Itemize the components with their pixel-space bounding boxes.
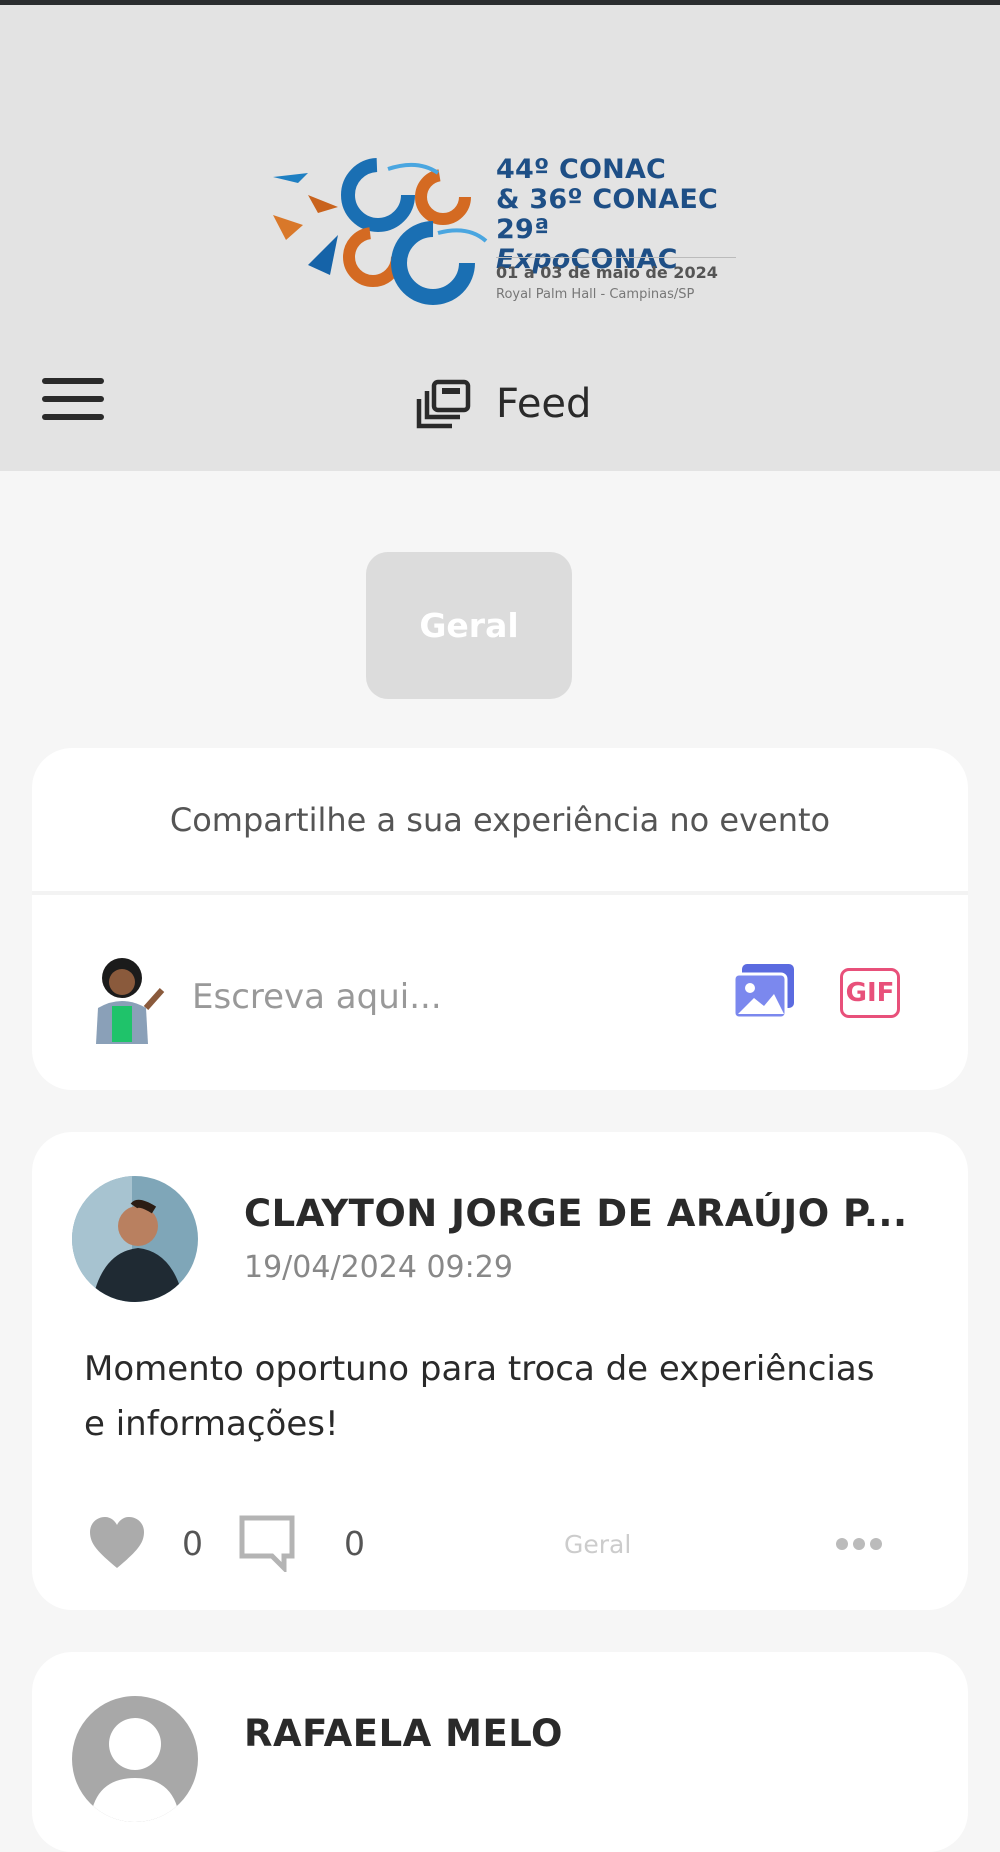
image-icon[interactable] xyxy=(732,962,798,1022)
post-card: RAFAELA MELO xyxy=(32,1652,968,1852)
user-avatar xyxy=(76,948,176,1048)
feed-gallery-icon xyxy=(416,379,471,429)
post-actions: 0 0 Geral xyxy=(88,1514,928,1575)
author-avatar-placeholder-icon[interactable] xyxy=(72,1696,198,1822)
gif-button[interactable]: GIF xyxy=(840,968,900,1018)
post-body: Momento oportuno para troca de experiênc… xyxy=(84,1349,875,1444)
heart-icon[interactable] xyxy=(88,1516,146,1570)
post-author[interactable]: CLAYTON JORGE DE ARAÚJO P... xyxy=(244,1192,944,1235)
logo-separator xyxy=(496,257,736,258)
tab-geral[interactable]: Geral xyxy=(366,552,572,699)
logo-line2: & 36º CONAEC xyxy=(496,184,719,215)
like-count: 0 xyxy=(182,1524,203,1563)
user-avatar-illustration xyxy=(96,958,165,1044)
swallows-logo-icon xyxy=(273,158,488,305)
composer-title: Compartilhe a sua experiência no evento xyxy=(169,800,831,839)
post-text-input[interactable] xyxy=(190,966,714,1028)
composer-card: Compartilhe a sua experiência no evento … xyxy=(32,748,968,1090)
page-title-text: Feed xyxy=(496,381,592,427)
page-title: Feed xyxy=(416,374,591,434)
composer-divider xyxy=(32,891,968,895)
comment-icon[interactable] xyxy=(238,1514,296,1575)
post-category: Geral xyxy=(564,1530,632,1559)
post-timestamp: 19/04/2024 09:29 xyxy=(244,1250,513,1285)
comment-count: 0 xyxy=(344,1524,365,1563)
author-avatar[interactable] xyxy=(72,1176,198,1302)
logo-line1: 44º CONAC xyxy=(496,154,667,185)
post-card: CLAYTON JORGE DE ARAÚJO P... 19/04/2024 … xyxy=(32,1132,968,1610)
event-banner: 44º CONAC & 36º CONAEC 29ª ExpoCONAC 01 … xyxy=(0,5,1000,336)
post-author[interactable]: RAFAELA MELO xyxy=(244,1712,563,1755)
top-navbar: Feed xyxy=(0,336,1000,471)
hamburger-menu-icon[interactable] xyxy=(38,376,108,426)
logo-line3-prefix: 29ª xyxy=(496,214,550,245)
event-logo: 44º CONAC & 36º CONAEC 29ª ExpoCONAC 01 … xyxy=(268,155,738,315)
more-options-icon[interactable] xyxy=(836,1532,886,1556)
logo-place: Royal Palm Hall - Campinas/SP xyxy=(496,287,695,302)
logo-date: 01 a 03 de maio de 2024 xyxy=(496,263,718,282)
